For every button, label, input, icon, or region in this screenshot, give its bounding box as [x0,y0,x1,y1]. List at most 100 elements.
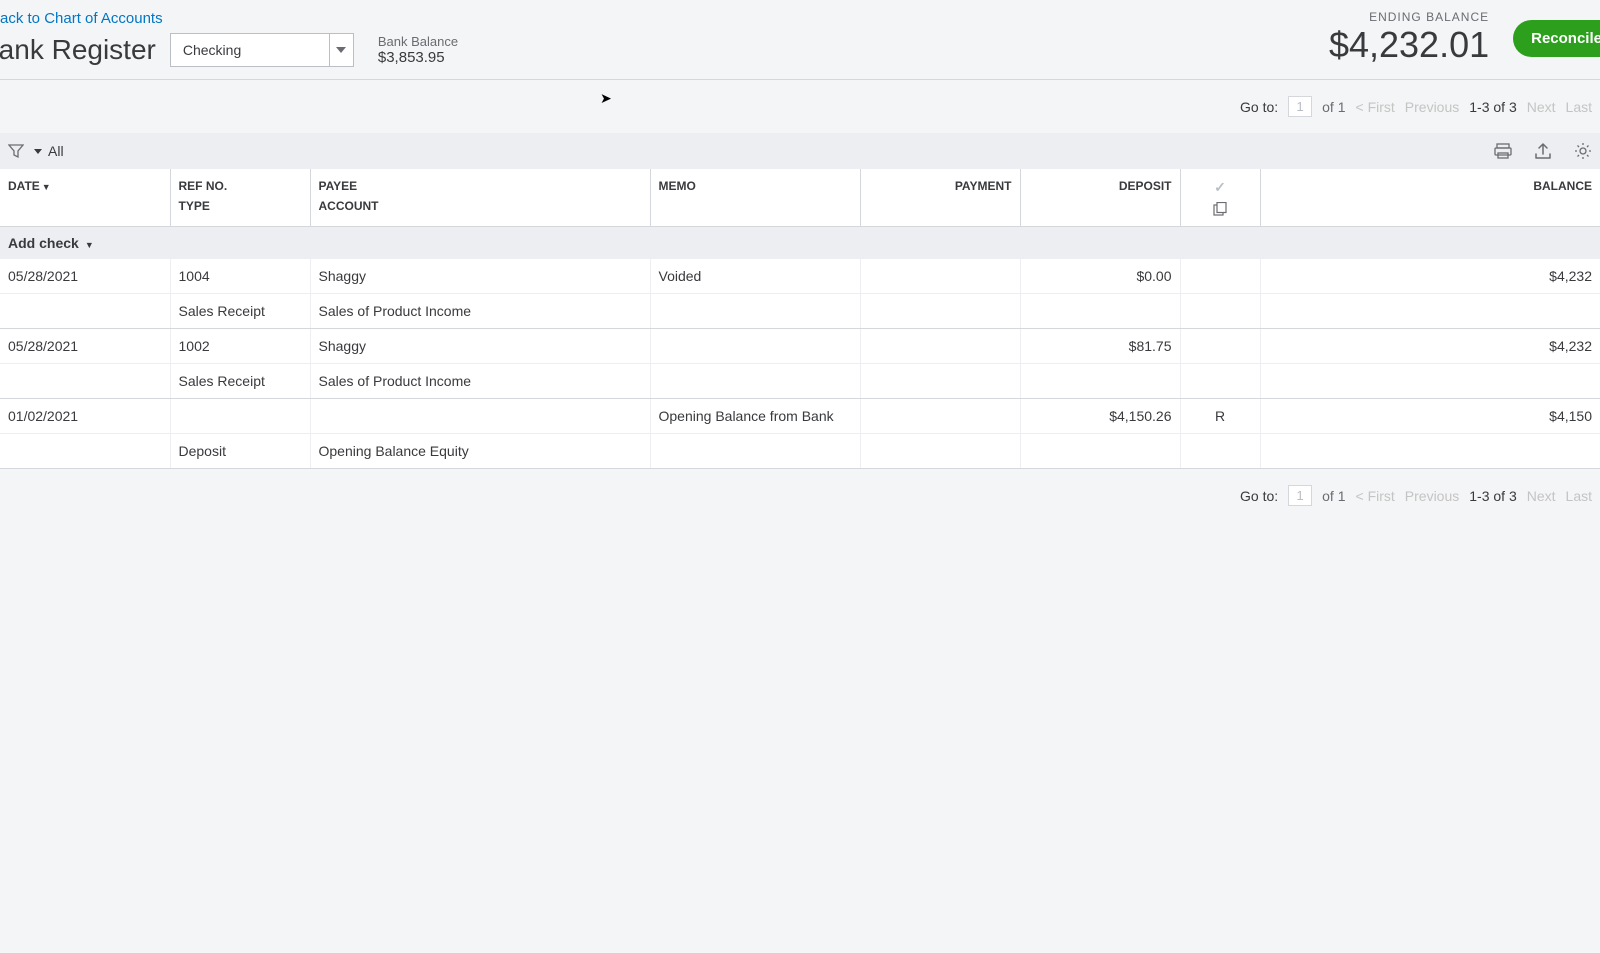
goto-label: Go to: [1240,488,1278,504]
cell-empty [0,294,170,329]
cell-type[interactable]: Sales Receipt [170,364,310,399]
col-header-payment[interactable]: PAYMENT [860,169,1020,227]
pagination-bottom: Go to: of 1 < First Previous 1-3 of 3 Ne… [0,469,1600,522]
cell-payee[interactable] [310,399,650,434]
cell-empty [860,364,1020,399]
goto-page-input[interactable] [1288,96,1312,117]
cell-empty [0,364,170,399]
filter-dropdown[interactable]: All [34,143,64,159]
cell-date[interactable]: 01/02/2021 [0,399,170,434]
cell-ref[interactable]: 1002 [170,329,310,364]
table-subrow[interactable]: DepositOpening Balance Equity [0,434,1600,469]
cell-reconciled[interactable]: R [1180,399,1260,434]
cell-type[interactable]: Sales Receipt [170,294,310,329]
col-header-payee-account[interactable]: PAYEEACCOUNT [310,169,650,227]
chevron-down-icon: ▼ [85,240,94,250]
print-icon[interactable] [1494,142,1512,160]
cell-payment[interactable] [860,329,1020,364]
table-row[interactable]: 05/28/20211004ShaggyVoided $0.00 $4,232 [0,259,1600,294]
cell-deposit[interactable]: $4,150.26 [1020,399,1180,434]
register-table: DATE▼ REF NO.TYPE PAYEEACCOUNT MEMO PAYM… [0,169,1600,469]
cell-empty [1020,434,1180,469]
col-header-date[interactable]: DATE▼ [0,169,170,227]
last-page-link[interactable]: Last [1566,99,1592,115]
add-check-row[interactable]: Add check▼ [0,227,1600,260]
account-select-value[interactable]: Checking [170,33,330,67]
next-page-link[interactable]: Next [1527,488,1556,504]
cell-account[interactable]: Sales of Product Income [310,294,650,329]
cell-date[interactable]: 05/28/2021 [0,329,170,364]
export-icon[interactable] [1534,142,1552,160]
cell-payee[interactable]: Shaggy [310,329,650,364]
last-page-link[interactable]: Last [1566,488,1592,504]
col-header-memo[interactable]: MEMO [650,169,860,227]
cell-empty [1020,294,1180,329]
page-of-label: of 1 [1322,488,1345,504]
cell-empty [860,434,1020,469]
table-subrow[interactable]: Sales ReceiptSales of Product Income [0,294,1600,329]
cell-empty [1260,364,1600,399]
cell-empty [1180,434,1260,469]
col-header-ref-type[interactable]: REF NO.TYPE [170,169,310,227]
cell-empty [650,434,860,469]
cell-reconciled[interactable] [1180,329,1260,364]
cell-empty [0,434,170,469]
previous-page-link[interactable]: Previous [1405,488,1459,504]
ending-balance-amount: $4,232.01 [1329,24,1489,66]
cell-deposit[interactable]: $81.75 [1020,329,1180,364]
account-select[interactable]: Checking [170,33,354,67]
chevron-down-icon [336,47,346,53]
cell-balance[interactable]: $4,150 [1260,399,1600,434]
goto-label: Go to: [1240,99,1278,115]
table-subrow[interactable]: Sales ReceiptSales of Product Income [0,364,1600,399]
cell-empty [650,364,860,399]
cell-empty [1180,364,1260,399]
goto-page-input[interactable] [1288,485,1312,506]
first-page-link[interactable]: < First [1356,488,1395,504]
cell-balance[interactable]: $4,232 [1260,329,1600,364]
cell-empty [860,294,1020,329]
cell-date[interactable]: 05/28/2021 [0,259,170,294]
filter-bar: All [0,133,1600,169]
cell-memo[interactable]: Opening Balance from Bank [650,399,860,434]
cell-empty [1180,294,1260,329]
ending-balance-label: ENDING BALANCE [1329,10,1489,24]
cell-empty [1020,364,1180,399]
col-header-deposit[interactable]: DEPOSIT [1020,169,1180,227]
cell-empty [1260,294,1600,329]
pagination-top: Go to: of 1 < First Previous 1-3 of 3 Ne… [0,80,1600,133]
table-row[interactable]: 05/28/20211002Shaggy $81.75 $4,232 [0,329,1600,364]
reconcile-button[interactable]: Reconcile [1513,20,1600,57]
cell-deposit[interactable]: $0.00 [1020,259,1180,294]
cell-balance[interactable]: $4,232 [1260,259,1600,294]
col-header-reconciled[interactable]: ✓ [1180,169,1260,227]
cell-payee[interactable]: Shaggy [310,259,650,294]
cell-account[interactable]: Sales of Product Income [310,364,650,399]
cell-reconciled[interactable] [1180,259,1260,294]
cell-payment[interactable] [860,259,1020,294]
cell-empty [650,294,860,329]
page-range: 1-3 of 3 [1469,488,1516,504]
page-of-label: of 1 [1322,99,1345,115]
col-header-balance[interactable]: BALANCE [1260,169,1600,227]
previous-page-link[interactable]: Previous [1405,99,1459,115]
table-row[interactable]: 01/02/2021 Opening Balance from Bank $4,15… [0,399,1600,434]
cell-ref[interactable] [170,399,310,434]
bank-balance-label: Bank Balance [378,34,458,49]
back-to-chart-link[interactable]: Back to Chart of Accounts [0,0,163,33]
cell-memo[interactable]: Voided [650,259,860,294]
copy-icon [1213,202,1227,216]
sort-desc-icon: ▼ [42,182,51,192]
cell-type[interactable]: Deposit [170,434,310,469]
cell-payment[interactable] [860,399,1020,434]
first-page-link[interactable]: < First [1356,99,1395,115]
filter-label: All [48,143,64,159]
cell-ref[interactable]: 1004 [170,259,310,294]
checkmark-icon: ✓ [1214,179,1226,195]
gear-icon[interactable] [1574,142,1592,160]
account-select-dropdown-button[interactable] [330,33,354,67]
next-page-link[interactable]: Next [1527,99,1556,115]
cell-memo[interactable] [650,329,860,364]
cell-account[interactable]: Opening Balance Equity [310,434,650,469]
funnel-icon[interactable] [8,143,24,159]
